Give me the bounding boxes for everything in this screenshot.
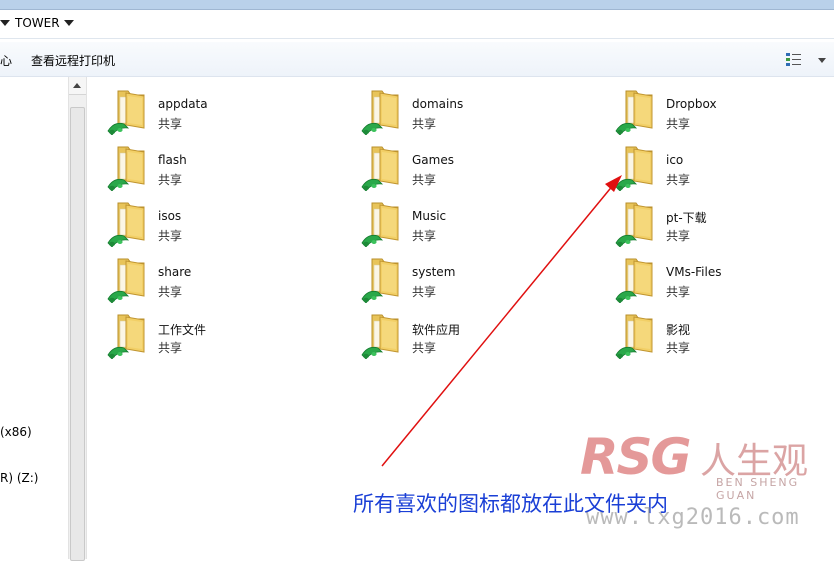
shared-folder-icon <box>106 307 154 360</box>
folder-name: appdata <box>158 97 208 111</box>
folder-share-status: 共享 <box>666 173 691 187</box>
shared-folder-icon <box>360 139 408 192</box>
shared-folder-icon <box>106 195 154 248</box>
folder-games[interactable]: Games 共享 <box>360 139 580 192</box>
folder-name: system <box>412 265 456 279</box>
folder-system[interactable]: system 共享 <box>360 251 580 304</box>
view-remote-printers-button[interactable]: 查看远程打印机 <box>31 52 115 69</box>
folder-share-status: 共享 <box>412 173 437 187</box>
watermark-url: www.lxg2016.com <box>586 505 800 530</box>
folder-name: ico <box>666 153 684 167</box>
folder-share-status: 共享 <box>412 285 437 299</box>
shared-folder-icon <box>106 251 154 304</box>
nav-item-program-files-x86[interactable]: (x86) <box>0 425 32 439</box>
watermark-pinyin: BEN SHENG GUAN <box>716 476 800 502</box>
folder-name: pt-下载 <box>666 211 707 225</box>
scrollbar-thumb[interactable] <box>70 107 85 561</box>
folder-flash[interactable]: flash 共享 <box>106 139 326 192</box>
folder-share-status: 共享 <box>666 117 691 131</box>
shared-folder-icon <box>614 139 662 192</box>
folder-share-status: 共享 <box>412 341 437 355</box>
folder-vms-files[interactable]: VMs-Files 共享 <box>614 251 834 304</box>
breadcrumb-tower[interactable]: TOWER <box>15 16 60 30</box>
folder-name: share <box>158 265 192 279</box>
nav-item-drive-z[interactable]: R) (Z:) <box>0 471 38 485</box>
folder-isos[interactable]: isos 共享 <box>106 195 326 248</box>
folder-ico[interactable]: ico 共享 <box>614 139 834 192</box>
folder-share-status: 共享 <box>158 229 183 243</box>
folder-name: 工作文件 <box>158 323 207 337</box>
folder-share-status: 共享 <box>666 341 691 355</box>
breadcrumb-dropdown-icon[interactable] <box>63 20 74 26</box>
folder-share-status: 共享 <box>666 285 691 299</box>
folder-share[interactable]: share 共享 <box>106 251 326 304</box>
folder-item-12[interactable]: 工作文件 共享 <box>106 307 326 360</box>
address-bar[interactable]: TOWER <box>0 10 834 39</box>
folder-name: Dropbox <box>666 97 717 111</box>
nav-scrollbar[interactable] <box>68 77 87 561</box>
shared-folder-icon <box>614 195 662 248</box>
window-title-strip <box>0 0 834 10</box>
view-options-icon[interactable] <box>786 52 802 66</box>
folder-share-status: 共享 <box>412 229 437 243</box>
shared-folder-icon <box>106 83 154 136</box>
folder-item-14[interactable]: 影视 共享 <box>614 307 834 360</box>
folder-pt[interactable]: pt-下载共享 <box>614 195 834 248</box>
folder-name: domains <box>412 97 464 111</box>
folder-share-status: 共享 <box>666 229 691 243</box>
navigation-pane: (x86) R) (Z:) <box>0 77 68 559</box>
shared-folder-icon <box>614 83 662 136</box>
shared-folder-icon <box>360 83 408 136</box>
view-options-dropdown-icon[interactable] <box>818 58 826 63</box>
scroll-up-arrow-icon[interactable] <box>69 77 86 95</box>
shared-folder-icon <box>614 251 662 304</box>
watermark-logo: RSG <box>580 428 692 486</box>
folder-name: isos <box>158 209 182 223</box>
folder-music[interactable]: Music 共享 <box>360 195 580 248</box>
breadcrumb: TOWER <box>0 16 74 30</box>
toolbar-network-center-button[interactable]: 心 <box>0 52 12 69</box>
folder-appdata[interactable]: appdata 共享 <box>106 83 326 136</box>
folder-name: 软件应用 <box>412 323 461 337</box>
folder-domains[interactable]: domains 共享 <box>360 83 580 136</box>
shared-folder-icon <box>106 139 154 192</box>
shared-folder-icon <box>360 307 408 360</box>
folder-share-status: 共享 <box>158 341 183 355</box>
folder-name: 影视 <box>666 323 691 337</box>
folder-name: flash <box>158 153 187 167</box>
shared-folder-icon <box>360 195 408 248</box>
folder-share-status: 共享 <box>158 285 183 299</box>
folder-name: Music <box>412 209 447 223</box>
folder-dropbox[interactable]: Dropbox 共享 <box>614 83 834 136</box>
breadcrumb-chevron-icon[interactable] <box>0 20 10 26</box>
folder-item-13[interactable]: 软件应用 共享 <box>360 307 580 360</box>
shared-folder-icon <box>360 251 408 304</box>
folder-name: Games <box>412 153 454 167</box>
shared-folder-icon <box>614 307 662 360</box>
folder-share-status: 共享 <box>158 173 183 187</box>
folder-share-status: 共享 <box>158 117 183 131</box>
folder-name: VMs-Files <box>666 265 722 279</box>
folder-share-status: 共享 <box>412 117 437 131</box>
command-toolbar: 心 查看远程打印机 <box>0 42 834 77</box>
